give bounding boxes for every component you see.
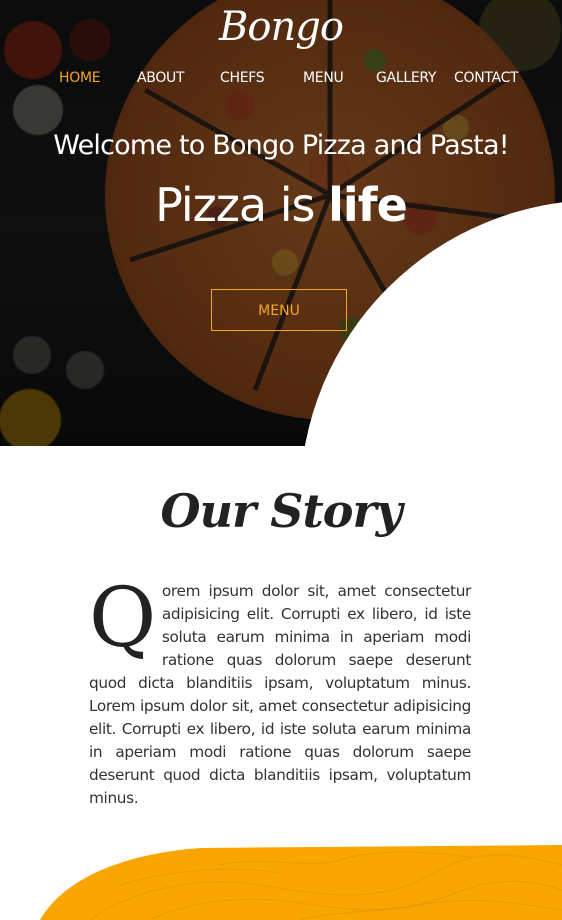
hero-tagline: Pizza is life: [0, 178, 562, 232]
hero-welcome-heading: Welcome to Bongo Pizza and Pasta!: [53, 130, 509, 161]
nav-chefs[interactable]: CHEFS: [220, 70, 265, 86]
bottom-orange-wave: [40, 845, 562, 920]
tagline-light: Pizza is: [155, 178, 329, 232]
nav-menu[interactable]: MENU: [303, 70, 344, 86]
brand-logo[interactable]: Bongo: [0, 4, 562, 50]
nav-gallery[interactable]: GALLERY: [376, 70, 436, 86]
main-nav: HOME ABOUT CHEFS MENU GALLERY CONTACT: [0, 70, 562, 92]
story-paragraph: Qorem ipsum dolor sit, amet consectetur …: [89, 571, 471, 810]
tagline-bold: life: [328, 178, 408, 232]
menu-button[interactable]: MENU: [211, 289, 347, 331]
nav-contact[interactable]: CONTACT: [454, 70, 519, 86]
story-drop-cap: Q: [89, 571, 156, 666]
nav-about[interactable]: ABOUT: [137, 70, 185, 86]
hero-section: Bongo HOME ABOUT CHEFS MENU GALLERY CONT…: [0, 0, 562, 446]
story-title: Our Story: [160, 484, 403, 538]
nav-home[interactable]: HOME: [59, 70, 101, 86]
